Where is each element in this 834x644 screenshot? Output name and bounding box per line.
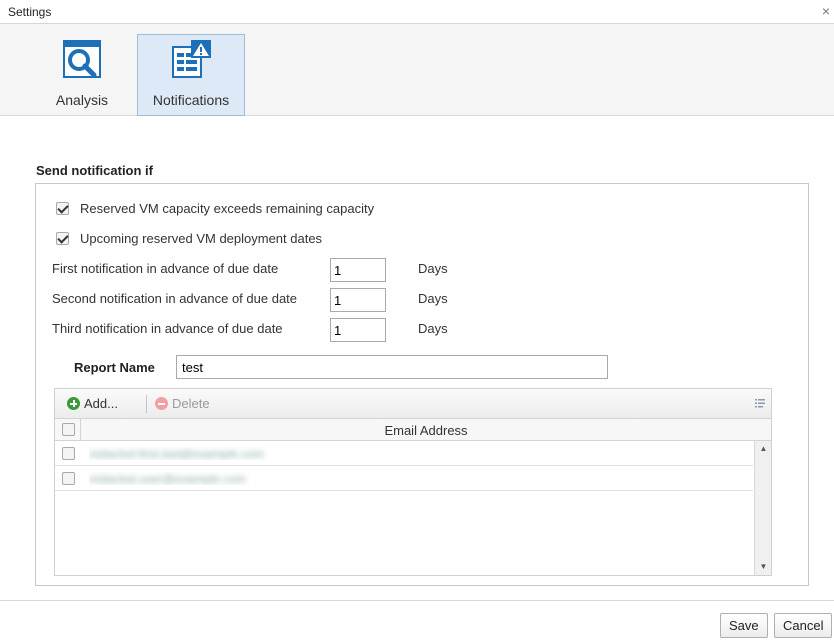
analysis-magnifier-icon bbox=[29, 39, 135, 81]
report-name-input[interactable] bbox=[176, 355, 608, 379]
grid-scrollbar[interactable]: ▲ ▼ bbox=[754, 441, 771, 575]
third-notification-input[interactable] bbox=[330, 318, 386, 342]
grid-toolbar: Add... Delete bbox=[55, 389, 771, 419]
notifications-alert-icon bbox=[138, 39, 244, 81]
window-title: Settings bbox=[8, 5, 52, 19]
second-notification-input[interactable] bbox=[330, 288, 386, 312]
check-label: Reserved VM capacity exceeds remaining c… bbox=[80, 201, 375, 216]
column-menu-icon[interactable] bbox=[755, 398, 765, 408]
column-header-email[interactable]: Email Address bbox=[81, 423, 771, 438]
cancel-button[interactable]: Cancel bbox=[774, 613, 833, 638]
email-value: redacted.user@example.com bbox=[89, 472, 246, 485]
window-titlebar: Settings × bbox=[0, 0, 834, 24]
scroll-down-icon[interactable]: ▼ bbox=[755, 559, 772, 575]
tab-analysis-label: Analysis bbox=[55, 92, 109, 108]
email-value: redacted.first.last@example.com bbox=[89, 447, 264, 460]
table-row[interactable]: redacted.user@example.com bbox=[55, 466, 753, 491]
select-all-cell bbox=[55, 419, 81, 441]
third-notification-unit: Days bbox=[418, 321, 448, 336]
check-label: Upcoming reserved VM deployment dates bbox=[80, 231, 323, 246]
email-grid: Add... Delete Email Address redacted.fir… bbox=[54, 388, 772, 576]
check-upcoming-deployment[interactable]: Upcoming reserved VM deployment dates bbox=[56, 231, 322, 246]
toolbar-divider bbox=[146, 395, 147, 413]
delete-button[interactable]: Delete bbox=[155, 396, 210, 411]
select-all-checkbox[interactable] bbox=[62, 423, 75, 436]
row-checkbox[interactable] bbox=[62, 472, 75, 485]
add-button[interactable]: Add... bbox=[67, 396, 118, 411]
checkbox[interactable] bbox=[56, 202, 69, 215]
table-row[interactable]: redacted.first.last@example.com bbox=[55, 441, 753, 466]
settings-toolbar: Analysis Notifications bbox=[0, 24, 834, 116]
report-name-label: Report Name bbox=[74, 360, 155, 375]
row-checkbox[interactable] bbox=[62, 447, 75, 460]
tab-notifications-label: Notifications bbox=[152, 92, 230, 108]
add-label: Add... bbox=[84, 396, 118, 411]
notification-settings-panel: Reserved VM capacity exceeds remaining c… bbox=[35, 183, 809, 586]
third-notification-label: Third notification in advance of due dat… bbox=[52, 321, 283, 336]
second-notification-unit: Days bbox=[418, 291, 448, 306]
scroll-up-icon[interactable]: ▲ bbox=[755, 441, 772, 457]
checkbox[interactable] bbox=[56, 232, 69, 245]
email-cell: redacted.first.last@example.com bbox=[89, 447, 559, 460]
grid-body: redacted.first.last@example.com redacted… bbox=[55, 441, 771, 575]
check-reserved-capacity[interactable]: Reserved VM capacity exceeds remaining c… bbox=[56, 201, 374, 216]
close-icon[interactable]: × bbox=[822, 3, 830, 19]
first-notification-label: First notification in advance of due dat… bbox=[52, 261, 279, 276]
email-cell: redacted.user@example.com bbox=[89, 472, 559, 485]
grid-header: Email Address bbox=[55, 419, 771, 441]
first-notification-input[interactable] bbox=[330, 258, 386, 282]
tab-analysis[interactable]: Analysis bbox=[28, 34, 136, 116]
save-button[interactable]: Save bbox=[720, 613, 768, 638]
dialog-footer: Save Cancel bbox=[0, 600, 834, 644]
tab-notifications[interactable]: Notifications bbox=[137, 34, 245, 116]
second-notification-label: Second notification in advance of due da… bbox=[52, 291, 298, 306]
add-icon bbox=[67, 397, 80, 410]
section-title: Send notification if bbox=[36, 163, 153, 178]
first-notification-unit: Days bbox=[418, 261, 448, 276]
delete-label: Delete bbox=[172, 396, 210, 411]
delete-icon bbox=[155, 397, 168, 410]
